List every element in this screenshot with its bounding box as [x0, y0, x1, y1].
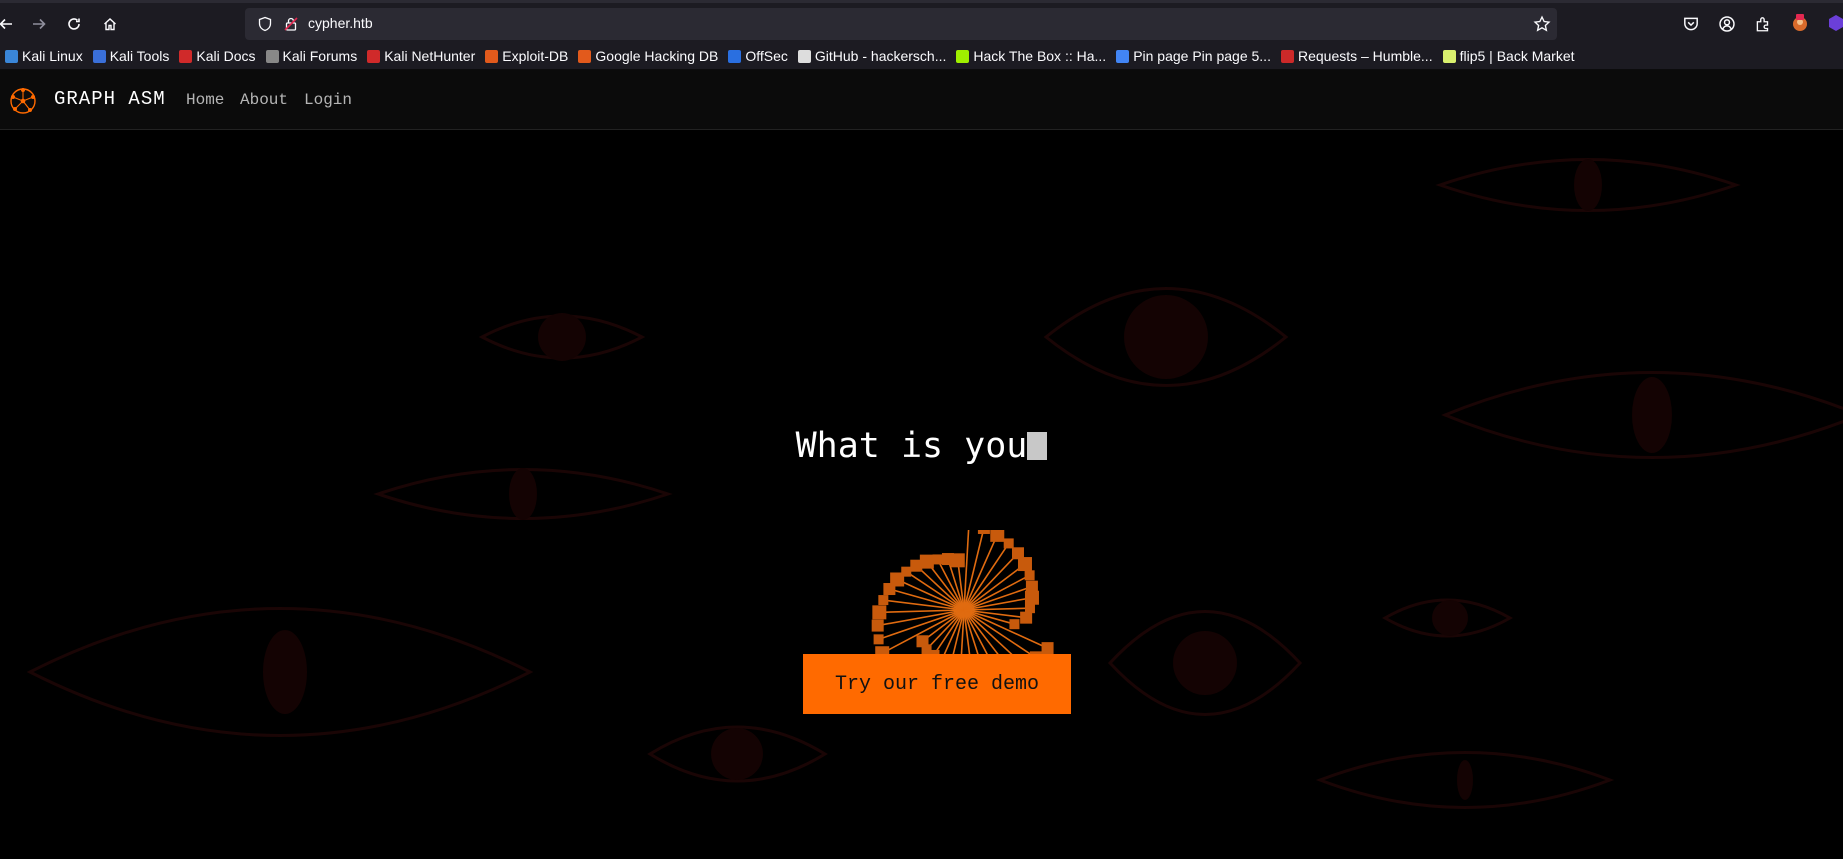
bookmark-label: Exploit-DB: [502, 48, 569, 64]
bookmark-favicon-icon: [265, 49, 279, 63]
nav-link-home[interactable]: Home: [186, 91, 224, 109]
eye-pupil-icon: [1173, 631, 1237, 695]
bookmark-favicon-icon: [92, 49, 106, 63]
bookmark-item[interactable]: GitHub - hackersch...: [793, 48, 952, 64]
bookmark-star-icon[interactable]: [1533, 15, 1551, 33]
bookmark-label: Requests – Humble...: [1297, 48, 1433, 64]
bookmark-favicon-icon: [956, 49, 970, 63]
bookmark-item[interactable]: Exploit-DB: [480, 48, 573, 64]
bookmark-label: Kali Linux: [22, 48, 83, 64]
eye-pupil-icon: [1124, 295, 1208, 379]
bookmark-item[interactable]: Pin page Pin page 5...: [1111, 48, 1276, 64]
url-text[interactable]: cypher.htb: [308, 15, 373, 31]
graph-edge: [878, 609, 965, 641]
graph-network-icon: [871, 530, 1054, 683]
graph-node: [1024, 590, 1039, 605]
bookmark-item[interactable]: flip5 | Back Market: [1438, 48, 1580, 64]
forward-icon[interactable]: [27, 12, 51, 36]
bookmark-label: Kali Docs: [196, 48, 256, 64]
bookmark-favicon-icon: [1442, 49, 1456, 63]
bookmarks-toolbar: Kali Linux Kali Tools Kali Docs Kali Forums…: [0, 43, 1843, 70]
bookmark-label: Kali Tools: [109, 48, 170, 64]
browser-toolbar: cypher.htb: [0, 0, 1843, 43]
bookmark-favicon-icon: [1116, 49, 1130, 63]
typed-text: What is you: [795, 426, 1028, 466]
graph-node: [977, 530, 990, 534]
eye-pupil-icon: [263, 630, 307, 714]
url-bar[interactable]: cypher.htb: [245, 8, 1557, 40]
insecure-lock-icon[interactable]: [283, 16, 299, 32]
bookmark-favicon-icon: [485, 49, 499, 63]
tracking-shield-icon[interactable]: [257, 16, 273, 32]
bookmark-item[interactable]: Kali NetHunter: [362, 48, 480, 64]
graph-node: [1009, 619, 1020, 630]
graph-node: [872, 605, 887, 620]
bookmark-favicon-icon: [578, 49, 592, 63]
reload-icon[interactable]: [62, 12, 86, 36]
bookmark-item[interactable]: Requests – Humble...: [1276, 48, 1438, 64]
pocket-icon[interactable]: [1682, 15, 1700, 33]
bookmark-item[interactable]: Kali Linux: [0, 48, 88, 64]
bookmark-item[interactable]: Kali Forums: [261, 48, 363, 64]
graph-node: [1017, 557, 1032, 572]
graph-node: [932, 554, 943, 565]
eye-pupil-icon: [1574, 159, 1602, 211]
bookmark-favicon-icon: [728, 49, 742, 63]
bookmark-item[interactable]: Kali Docs: [174, 48, 260, 64]
graph-node: [873, 634, 884, 645]
bookmark-item[interactable]: Google Hacking DB: [573, 48, 723, 64]
bookmark-favicon-icon: [179, 49, 193, 63]
brand-name[interactable]: GRAPH ASM: [54, 88, 166, 110]
bookmark-label: Kali NetHunter: [384, 48, 476, 64]
bookmark-item[interactable]: Kali Tools: [88, 48, 175, 64]
account-icon[interactable]: [1718, 15, 1736, 33]
bookmark-favicon-icon: [5, 49, 18, 63]
eye-pupil-icon: [711, 728, 763, 780]
bookmark-item[interactable]: Hack The Box :: Ha...: [951, 48, 1111, 64]
eye-pupil-icon: [1457, 760, 1473, 800]
graph-node: [1024, 570, 1035, 581]
bookmark-label: GitHub - hackersch...: [814, 48, 947, 64]
bookmark-label: Google Hacking DB: [595, 48, 719, 64]
graph-node: [901, 566, 912, 577]
graph-edge: [963, 542, 1010, 611]
bookmark-label: Pin page Pin page 5...: [1133, 48, 1271, 64]
graph-node: [878, 595, 889, 606]
eye-pupil-icon: [1432, 600, 1468, 636]
graph-edge: [931, 609, 965, 658]
try-demo-button[interactable]: Try our free demo: [803, 654, 1071, 714]
graph-node: [919, 554, 934, 569]
bookmark-label: flip5 | Back Market: [1459, 48, 1575, 64]
graph-logo-icon[interactable]: [9, 87, 37, 115]
hero-headline: What is you: [0, 426, 1843, 466]
extension-icon[interactable]: [1826, 13, 1843, 33]
graph-node: [1003, 538, 1014, 549]
eye-pupil-icon: [538, 313, 586, 361]
extensions-icon[interactable]: [1754, 15, 1772, 33]
bookmark-label: OffSec: [745, 48, 788, 64]
web-page: GRAPH ASM Home About Login What is you T…: [0, 70, 1843, 859]
bookmark-favicon-icon: [797, 49, 811, 63]
graph-node: [990, 530, 1005, 542]
graph-node: [871, 619, 884, 632]
bookmark-item[interactable]: OffSec: [723, 48, 793, 64]
bookmark-favicon-icon: [367, 49, 381, 63]
typing-cursor: [1027, 432, 1048, 460]
bookmark-favicon-icon: [1280, 49, 1294, 63]
graph-node: [916, 635, 929, 648]
eye-pupil-icon: [509, 468, 537, 520]
nav-link-login[interactable]: Login: [304, 91, 352, 109]
back-icon[interactable]: [0, 12, 18, 36]
nav-link-about[interactable]: About: [240, 91, 288, 109]
graph-edge: [963, 534, 999, 611]
site-navbar: GRAPH ASM Home About Login: [0, 70, 1843, 130]
home-icon[interactable]: [98, 12, 122, 36]
bookmark-label: Hack The Box :: Ha...: [973, 48, 1107, 64]
graph-node: [1020, 611, 1033, 624]
graph-node: [950, 553, 965, 568]
bookmark-label: Kali Forums: [282, 48, 358, 64]
profile-avatar-icon[interactable]: [1790, 13, 1810, 33]
